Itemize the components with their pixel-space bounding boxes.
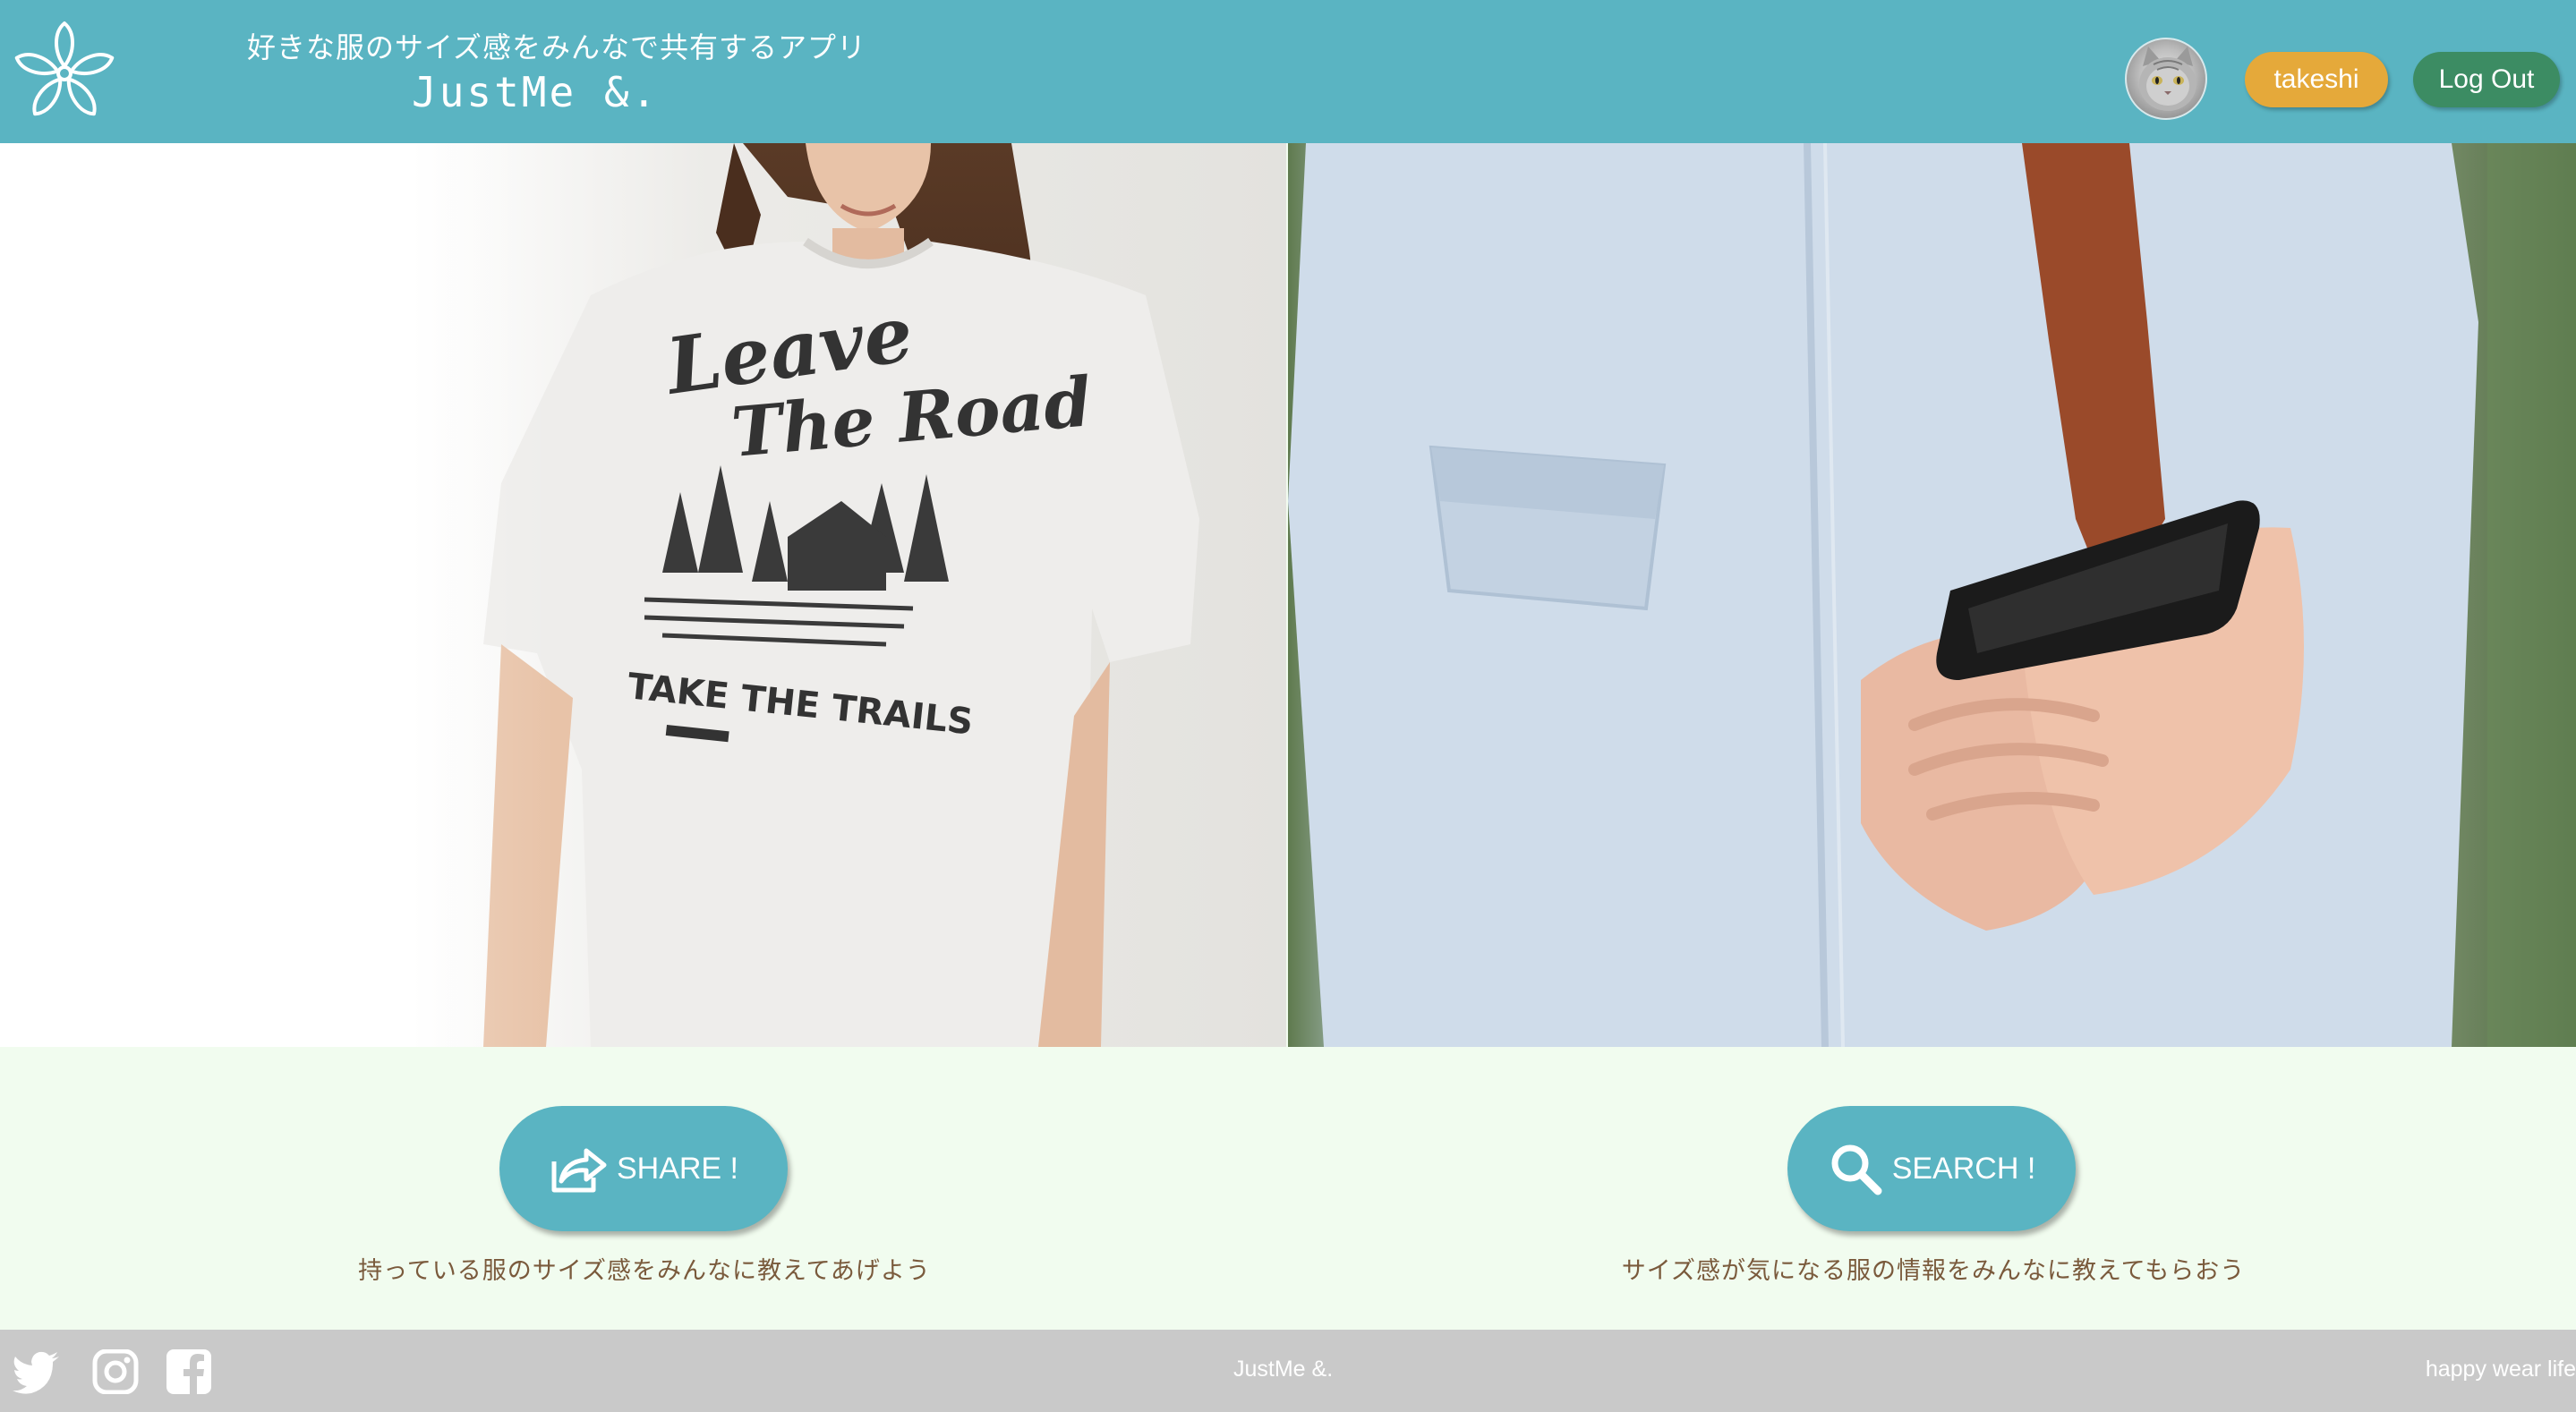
- share-button[interactable]: SHARE !: [499, 1106, 788, 1231]
- app-footer: JustMe &. happy wear life: [0, 1330, 2576, 1412]
- share-arrow-icon: [551, 1148, 607, 1193]
- search-icon: [1831, 1144, 1882, 1195]
- search-button[interactable]: SEARCH !: [1787, 1106, 2076, 1231]
- woman-in-tshirt-photo: Leave The Road TAKE THE TRAILS: [0, 143, 1286, 1047]
- cat-face-icon: [2139, 47, 2196, 111]
- app-title[interactable]: JustMe &.: [412, 68, 659, 116]
- share-caption: 持っている服のサイズ感をみんなに教えてあげよう: [358, 1257, 931, 1285]
- tshirt-illustration: Leave The Road TAKE THE TRAILS: [0, 143, 1199, 1047]
- woman-holding-smartphone-photo: [1288, 143, 2576, 1047]
- footer-brand: JustMe &.: [1233, 1357, 1334, 1382]
- smartphone-illustration: [1288, 143, 2576, 1047]
- footer-slogan: happy wear life: [2425, 1357, 2576, 1382]
- share-button-label: SHARE !: [616, 1151, 739, 1186]
- search-button-label: SEARCH !: [1891, 1151, 2036, 1186]
- instagram-icon[interactable]: [91, 1349, 140, 1394]
- search-caption: サイズ感が気になる服の情報をみんなに教えてもらおう: [1621, 1257, 2246, 1285]
- app-tagline: 好きな服のサイズ感をみんなで共有するアプリ: [247, 30, 867, 64]
- facebook-icon[interactable]: [165, 1349, 213, 1394]
- flower-logo-icon[interactable]: [13, 20, 116, 123]
- user-profile-button[interactable]: takeshi: [2245, 52, 2388, 107]
- app-header: 好きな服のサイズ感をみんなで共有するアプリ JustMe &. takeshi …: [0, 0, 2576, 143]
- logout-button[interactable]: Log Out: [2413, 52, 2560, 107]
- cat-avatar[interactable]: [2125, 38, 2207, 120]
- twitter-icon[interactable]: [13, 1349, 61, 1394]
